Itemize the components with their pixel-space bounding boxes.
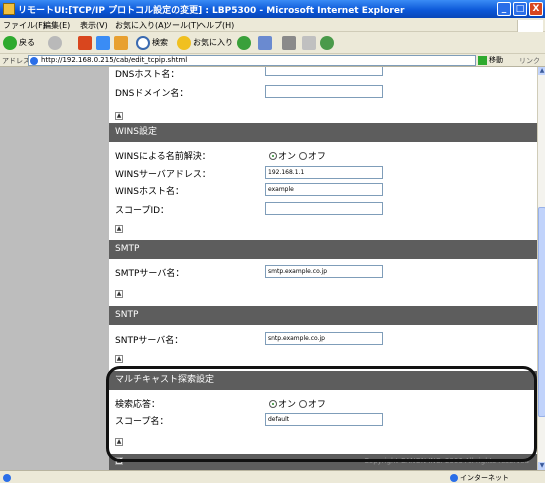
zone-label: インターネット: [460, 474, 509, 482]
scroll-top-icon[interactable]: ▲: [115, 355, 123, 363]
search-icon: [136, 35, 150, 50]
scroll-down-icon[interactable]: ▼: [538, 462, 545, 470]
dns-host-input[interactable]: [265, 67, 383, 76]
go-arrow-icon: [478, 55, 487, 65]
minimize-button[interactable]: _: [497, 2, 511, 16]
smtp-section-header: SMTP: [109, 240, 537, 259]
menu-edit[interactable]: 編集(E): [43, 20, 70, 31]
history-icon: [237, 35, 251, 50]
wins-server-label: WINSサーバアドレス：: [115, 170, 211, 180]
edit-icon: [302, 35, 316, 50]
wins-scope-input[interactable]: [265, 202, 383, 215]
smtp-server-label: SMTPサーバ名：: [115, 269, 185, 279]
window-title: リモートUI:[TCP/IP プロトコル設定の変更] : LBP5300 - M…: [18, 6, 405, 16]
menu-favorites[interactable]: お気に入り(A): [115, 20, 167, 31]
wins-host-label: WINSホスト名：: [115, 187, 184, 197]
wins-resolve-label: WINSによる名前解決：: [115, 152, 211, 162]
menu-view[interactable]: 表示(V): [80, 20, 108, 31]
security-zone: インターネット: [450, 473, 509, 483]
wins-on-radio[interactable]: [269, 152, 277, 160]
menu-file[interactable]: ファイル(F): [3, 20, 46, 31]
back-label: 戻る: [19, 38, 35, 47]
stop-button[interactable]: [78, 35, 94, 51]
print-icon: [282, 35, 296, 50]
back-button[interactable]: 戻る: [3, 35, 35, 51]
home-icon: [114, 35, 128, 50]
wins-scope-label: スコープID：: [115, 206, 170, 216]
scroll-top-icon[interactable]: ▲: [115, 112, 123, 120]
go-label: 移動: [489, 56, 503, 64]
search-label: 検索: [152, 38, 168, 47]
address-url: http://192.168.0.215/cab/edit_tcpip.shtm…: [41, 56, 188, 64]
internet-globe-icon: [450, 474, 458, 482]
toolbar: 戻る 検索 お気に入り: [0, 32, 545, 54]
dns-domain-label: DNSドメイン名：: [115, 89, 189, 99]
wins-off-radio[interactable]: [298, 152, 307, 160]
links-button[interactable]: リンク: [519, 56, 540, 66]
wins-host-input[interactable]: example: [265, 183, 383, 196]
ie-app-icon: [3, 3, 15, 15]
search-button[interactable]: 検索: [136, 35, 168, 51]
messenger-icon: [320, 35, 334, 50]
page-icon: [30, 57, 38, 65]
forward-button[interactable]: [48, 35, 64, 51]
print-button[interactable]: [282, 35, 298, 51]
sntp-section-header: SNTP: [109, 306, 537, 325]
home-button[interactable]: [114, 35, 130, 51]
stop-icon: [78, 35, 92, 50]
scroll-top-icon[interactable]: ▲: [115, 290, 123, 298]
scroll-up-icon[interactable]: ▲: [538, 67, 545, 75]
menu-tools[interactable]: ツール(T): [164, 20, 199, 31]
mail-button[interactable]: [258, 35, 274, 51]
wins-resolve-radio-group: オン オフ: [269, 149, 326, 162]
mail-icon: [258, 35, 272, 50]
multicast-highlight-frame: [106, 366, 537, 462]
messenger-button[interactable]: [320, 35, 336, 51]
title-bar: リモートUI:[TCP/IP プロトコル設定の変更] : LBP5300 - M…: [0, 0, 545, 18]
vertical-scrollbar[interactable]: ▲ ▼: [537, 67, 545, 470]
refresh-icon: [96, 35, 110, 50]
history-button[interactable]: [237, 35, 253, 51]
address-bar: アドレス(D) http://192.168.0.215/cab/edit_tc…: [0, 54, 545, 67]
forward-arrow-icon: [48, 35, 62, 50]
wins-on-label: オン: [278, 152, 297, 162]
favorites-button[interactable]: お気に入り: [177, 35, 233, 51]
sntp-server-input[interactable]: sntp.example.co.jp: [265, 332, 383, 345]
wins-off-label: オフ: [307, 152, 326, 162]
dns-domain-input[interactable]: [265, 85, 383, 98]
menu-help[interactable]: ヘルプ(H): [198, 20, 234, 31]
go-button[interactable]: 移動: [478, 55, 518, 66]
maximize-button[interactable]: □: [513, 2, 527, 16]
wins-section-header: WINS設定: [109, 123, 537, 142]
dns-host-label: DNSホスト名：: [115, 70, 180, 80]
address-input[interactable]: http://192.168.0.215/cab/edit_tcpip.shtm…: [28, 55, 476, 66]
close-button[interactable]: X: [529, 2, 543, 16]
status-bar: インターネット: [0, 470, 545, 483]
smtp-server-input[interactable]: smtp.example.co.jp: [265, 265, 383, 278]
left-nav-panel: [0, 67, 109, 470]
edit-button[interactable]: [302, 35, 318, 51]
refresh-button[interactable]: [96, 35, 112, 51]
favorites-star-icon: [177, 35, 191, 50]
page-status-icon: [3, 474, 11, 482]
sntp-server-label: SNTPサーバ名：: [115, 336, 184, 346]
wins-server-input[interactable]: 192.168.1.1: [265, 166, 383, 179]
scroll-top-icon[interactable]: ▲: [115, 225, 123, 233]
back-arrow-icon: [3, 35, 17, 50]
scrollbar-thumb[interactable]: [538, 207, 545, 417]
favorites-label: お気に入り: [193, 38, 233, 47]
menu-bar: ファイル(F) 編集(E) 表示(V) お気に入り(A) ツール(T) ヘルプ(…: [0, 18, 545, 34]
